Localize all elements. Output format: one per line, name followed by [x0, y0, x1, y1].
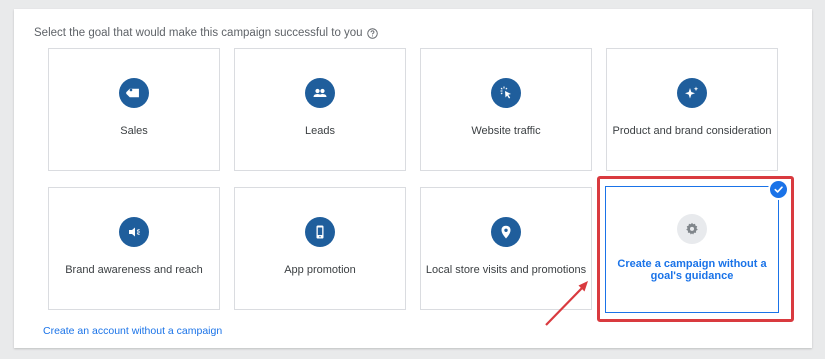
create-account-without-campaign-link[interactable]: Create an account without a campaign: [43, 325, 222, 337]
annotation-arrow-icon: [545, 281, 588, 326]
